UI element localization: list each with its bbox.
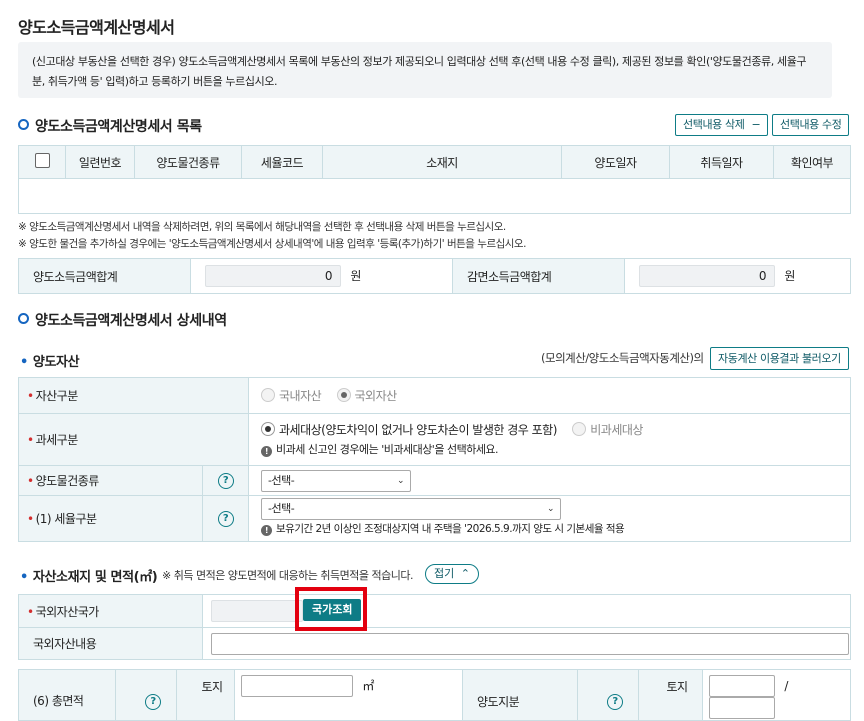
property-kind-select[interactable]: -선택- ⌄ — [261, 469, 411, 492]
exempt-income-label: 감면소득금액합계 — [452, 258, 625, 294]
chevron-up-icon: ⌃ — [460, 567, 470, 580]
currency-unit: 원 — [350, 268, 361, 283]
country-search-button[interactable]: 국가조회 — [303, 599, 362, 621]
tax-rate-info: 보유기간 2년 이상인 조정대상지역 내 주택을 '2026.5.9.까지 양도… — [276, 523, 625, 535]
content-input[interactable] — [211, 632, 849, 655]
share-denominator-input[interactable] — [709, 697, 775, 719]
col-header: 확인여부 — [773, 145, 851, 179]
help-icon[interactable]: ? — [217, 473, 234, 489]
share-label: 양도지분 — [462, 669, 578, 721]
asset-type-label: 자산구분 — [35, 389, 79, 403]
location-subtitle: • 자산소재지 및 면적(㎡) — [20, 570, 158, 585]
col-header: 취득일자 — [669, 145, 774, 179]
tax-rate-select[interactable]: -선택- ⌄ — [261, 498, 561, 520]
area-note: ※ 취득 면적은 양도면적에 대응하는 취득면적을 적습니다. — [162, 569, 413, 582]
non-taxable-radio[interactable] — [572, 421, 587, 436]
domestic-asset-radio[interactable] — [261, 388, 275, 402]
total-income-label: 양도소득금액합계 — [18, 258, 191, 294]
auto-calc-note: (모의계산/양도소득금액자동계산)의 — [541, 351, 704, 365]
load-auto-calc-button[interactable]: 자동계산 이용결과 불러오기 — [710, 347, 849, 370]
share-separator: / — [784, 678, 788, 693]
chevron-down-icon: ⌄ — [546, 504, 555, 514]
page-title: 양도소득금액계산명세서 — [18, 18, 175, 37]
property-kind-label: 양도물건종류 — [35, 474, 100, 488]
area-table: (6) 총면적 ? 토지 ㎡ 양도지분 ? 토지 / — [18, 669, 851, 721]
land-area-input[interactable] — [241, 675, 353, 697]
list-header-row: 일련번호 양도물건종류 세율코드 소재지 양도일자 취득일자 확인여부 — [18, 145, 851, 179]
info-icon: ! — [261, 525, 272, 536]
exempt-income-value: 0 — [639, 265, 775, 287]
asset-subtitle: • 양도자산 — [20, 355, 80, 370]
total-area-label: (6) 총면적 — [18, 669, 116, 721]
currency-unit: 원 — [784, 268, 795, 283]
col-header: 양도물건종류 — [134, 145, 242, 179]
col-header: 일련번호 — [65, 145, 135, 179]
area-unit: ㎡ — [362, 678, 374, 693]
detail-section-title: 양도소득금액계산명세서 상세내역 — [18, 310, 227, 330]
chevron-down-icon: ⌄ — [396, 475, 405, 486]
empty-list-row — [18, 178, 851, 214]
country-field — [211, 600, 303, 622]
tax-type-label: 과세구분 — [35, 433, 79, 447]
list-note: ※ 양도한 물건을 추가하실 경우에는 '양도소득금액계산명세서 상세내역'에 … — [18, 238, 526, 250]
help-icon[interactable]: ? — [145, 694, 161, 710]
foreign-asset-radio[interactable] — [336, 388, 351, 402]
select-all-checkbox[interactable] — [34, 153, 50, 168]
list-note: ※ 양도소득금액계산명세서 내역을 삭제하려면, 위의 목록에서 해당내역을 선… — [18, 221, 506, 233]
list-section-title: 양도소득금액계산명세서 목록 — [18, 116, 202, 136]
share-land-label: 토지 — [638, 669, 703, 721]
summary-table: 양도소득금액합계 0 원 감면소득금액합계 0 원 — [18, 258, 851, 294]
minus-icon: − — [751, 118, 761, 131]
col-header: 양도일자 — [561, 145, 670, 179]
delete-selected-button[interactable]: 선택내용 삭제 − — [675, 114, 769, 136]
edit-selected-button[interactable]: 선택내용 수정 — [772, 114, 850, 136]
tax-rate-label: (1) 세율구분 — [35, 512, 97, 526]
share-numerator-input[interactable] — [709, 675, 775, 697]
tax-type-info: 비과세 신고인 경우에는 '비과세대상'을 선택하세요. — [276, 442, 499, 456]
section-bullet-icon — [18, 119, 29, 130]
bullet-icon: • — [20, 570, 28, 585]
bullet-icon: • — [20, 355, 28, 370]
country-label: 국외자산국가 — [35, 604, 100, 619]
help-icon[interactable]: ? — [607, 694, 623, 710]
total-income-value: 0 — [205, 265, 341, 287]
taxable-radio[interactable] — [261, 421, 275, 436]
section-bullet-icon — [18, 313, 29, 324]
fold-button[interactable]: 접기 ⌃ — [425, 564, 479, 584]
land-label: 토지 — [176, 669, 235, 721]
content-label: 국외자산내용 — [18, 627, 203, 660]
col-header: 소재지 — [322, 145, 562, 179]
info-icon: ! — [261, 445, 272, 457]
col-header: 세율코드 — [241, 145, 323, 179]
list-table: 일련번호 양도물건종류 세율코드 소재지 양도일자 취득일자 확인여부 — [18, 145, 851, 214]
help-icon[interactable]: ? — [217, 511, 234, 527]
notice-box: (신고대상 부동산을 선택한 경우) 양도소득금액계산명세서 목록에 부동산의 … — [18, 42, 832, 98]
location-form-table: • 국외자산국가 국외자산내용 — [18, 594, 851, 660]
asset-form-table: • 자산구분 국내자산 국외자산 • 과세구분 과세대상(양도차익이 없거나 양도차… — [18, 377, 851, 542]
select-all-header — [18, 145, 66, 179]
